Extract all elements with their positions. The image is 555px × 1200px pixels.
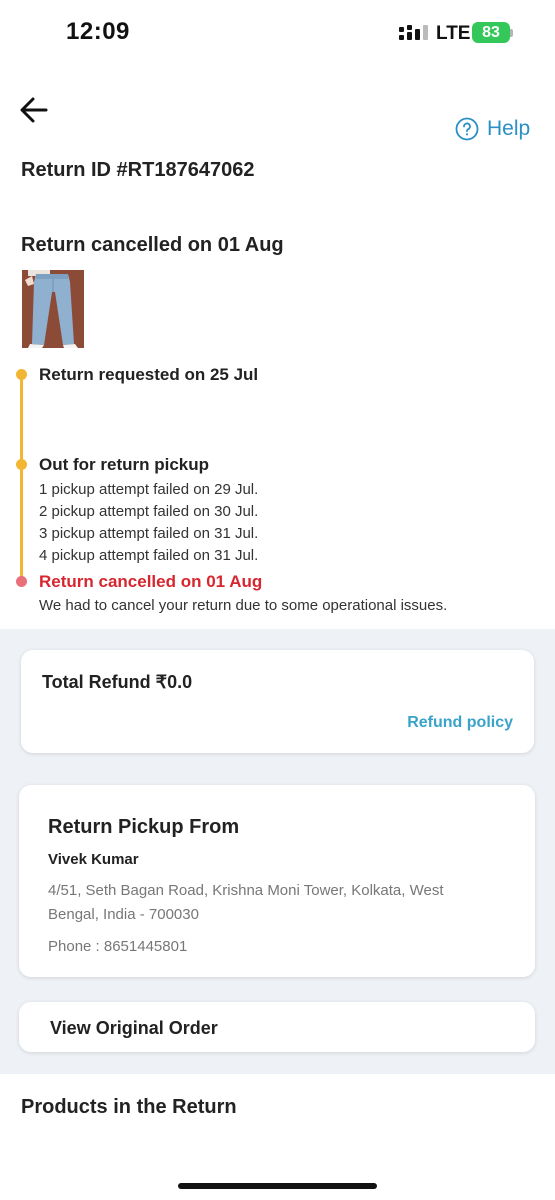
home-indicator[interactable] bbox=[178, 1183, 377, 1189]
help-label: Help bbox=[487, 117, 531, 140]
product-thumbnail[interactable] bbox=[22, 270, 84, 348]
pickup-title: Return Pickup From bbox=[48, 816, 240, 838]
pickup-phone: Phone : 8651445801 bbox=[48, 938, 188, 955]
timeline-dot-pickup bbox=[16, 459, 27, 470]
pickup-attempt-2: 2 pickup attempt failed on 30 Jul. bbox=[39, 503, 259, 520]
network-type: LTE bbox=[436, 23, 471, 44]
view-original-order-button[interactable]: View Original Order bbox=[19, 1002, 535, 1052]
pickup-attempt-1: 1 pickup attempt failed on 29 Jul. bbox=[39, 481, 259, 498]
signal-icon bbox=[399, 25, 428, 40]
timeline-step-cancelled: Return cancelled on 01 Aug bbox=[39, 572, 263, 591]
return-id: Return ID #RT187647062 bbox=[21, 159, 255, 181]
refund-card: Total Refund ₹0.0 Refund policy bbox=[21, 650, 534, 753]
timeline-dot-requested bbox=[16, 369, 27, 380]
view-original-order-label: View Original Order bbox=[50, 1018, 218, 1038]
question-circle-icon bbox=[455, 117, 479, 141]
total-refund: Total Refund ₹0.0 bbox=[42, 672, 193, 692]
help-button[interactable]: Help bbox=[455, 117, 530, 141]
battery-tip bbox=[510, 29, 513, 37]
back-arrow-icon[interactable] bbox=[20, 97, 48, 123]
pickup-address: 4/51, Seth Bagan Road, Krishna Moni Towe… bbox=[48, 882, 444, 923]
timeline-step-pickup: Out for return pickup bbox=[39, 455, 209, 474]
timeline-dot-cancelled bbox=[16, 576, 27, 587]
pickup-attempt-3: 3 pickup attempt failed on 31 Jul. bbox=[39, 525, 259, 542]
timeline-line bbox=[20, 374, 23, 582]
refund-policy-link[interactable]: Refund policy bbox=[407, 714, 513, 732]
pickup-attempt-4: 4 pickup attempt failed on 31 Jul. bbox=[39, 547, 259, 564]
products-heading: Products in the Return bbox=[21, 1096, 237, 1118]
status-time: 12:09 bbox=[66, 18, 130, 45]
cancel-reason: We had to cancel your return due to some… bbox=[39, 597, 448, 614]
pickup-address-card: Return Pickup From Vivek Kumar 4/51, Set… bbox=[19, 785, 535, 977]
timeline-step-requested: Return requested on 25 Jul bbox=[39, 365, 259, 384]
battery-indicator: 83 bbox=[472, 22, 510, 43]
pickup-name: Vivek Kumar bbox=[48, 851, 139, 868]
return-status-heading: Return cancelled on 01 Aug bbox=[21, 234, 284, 256]
